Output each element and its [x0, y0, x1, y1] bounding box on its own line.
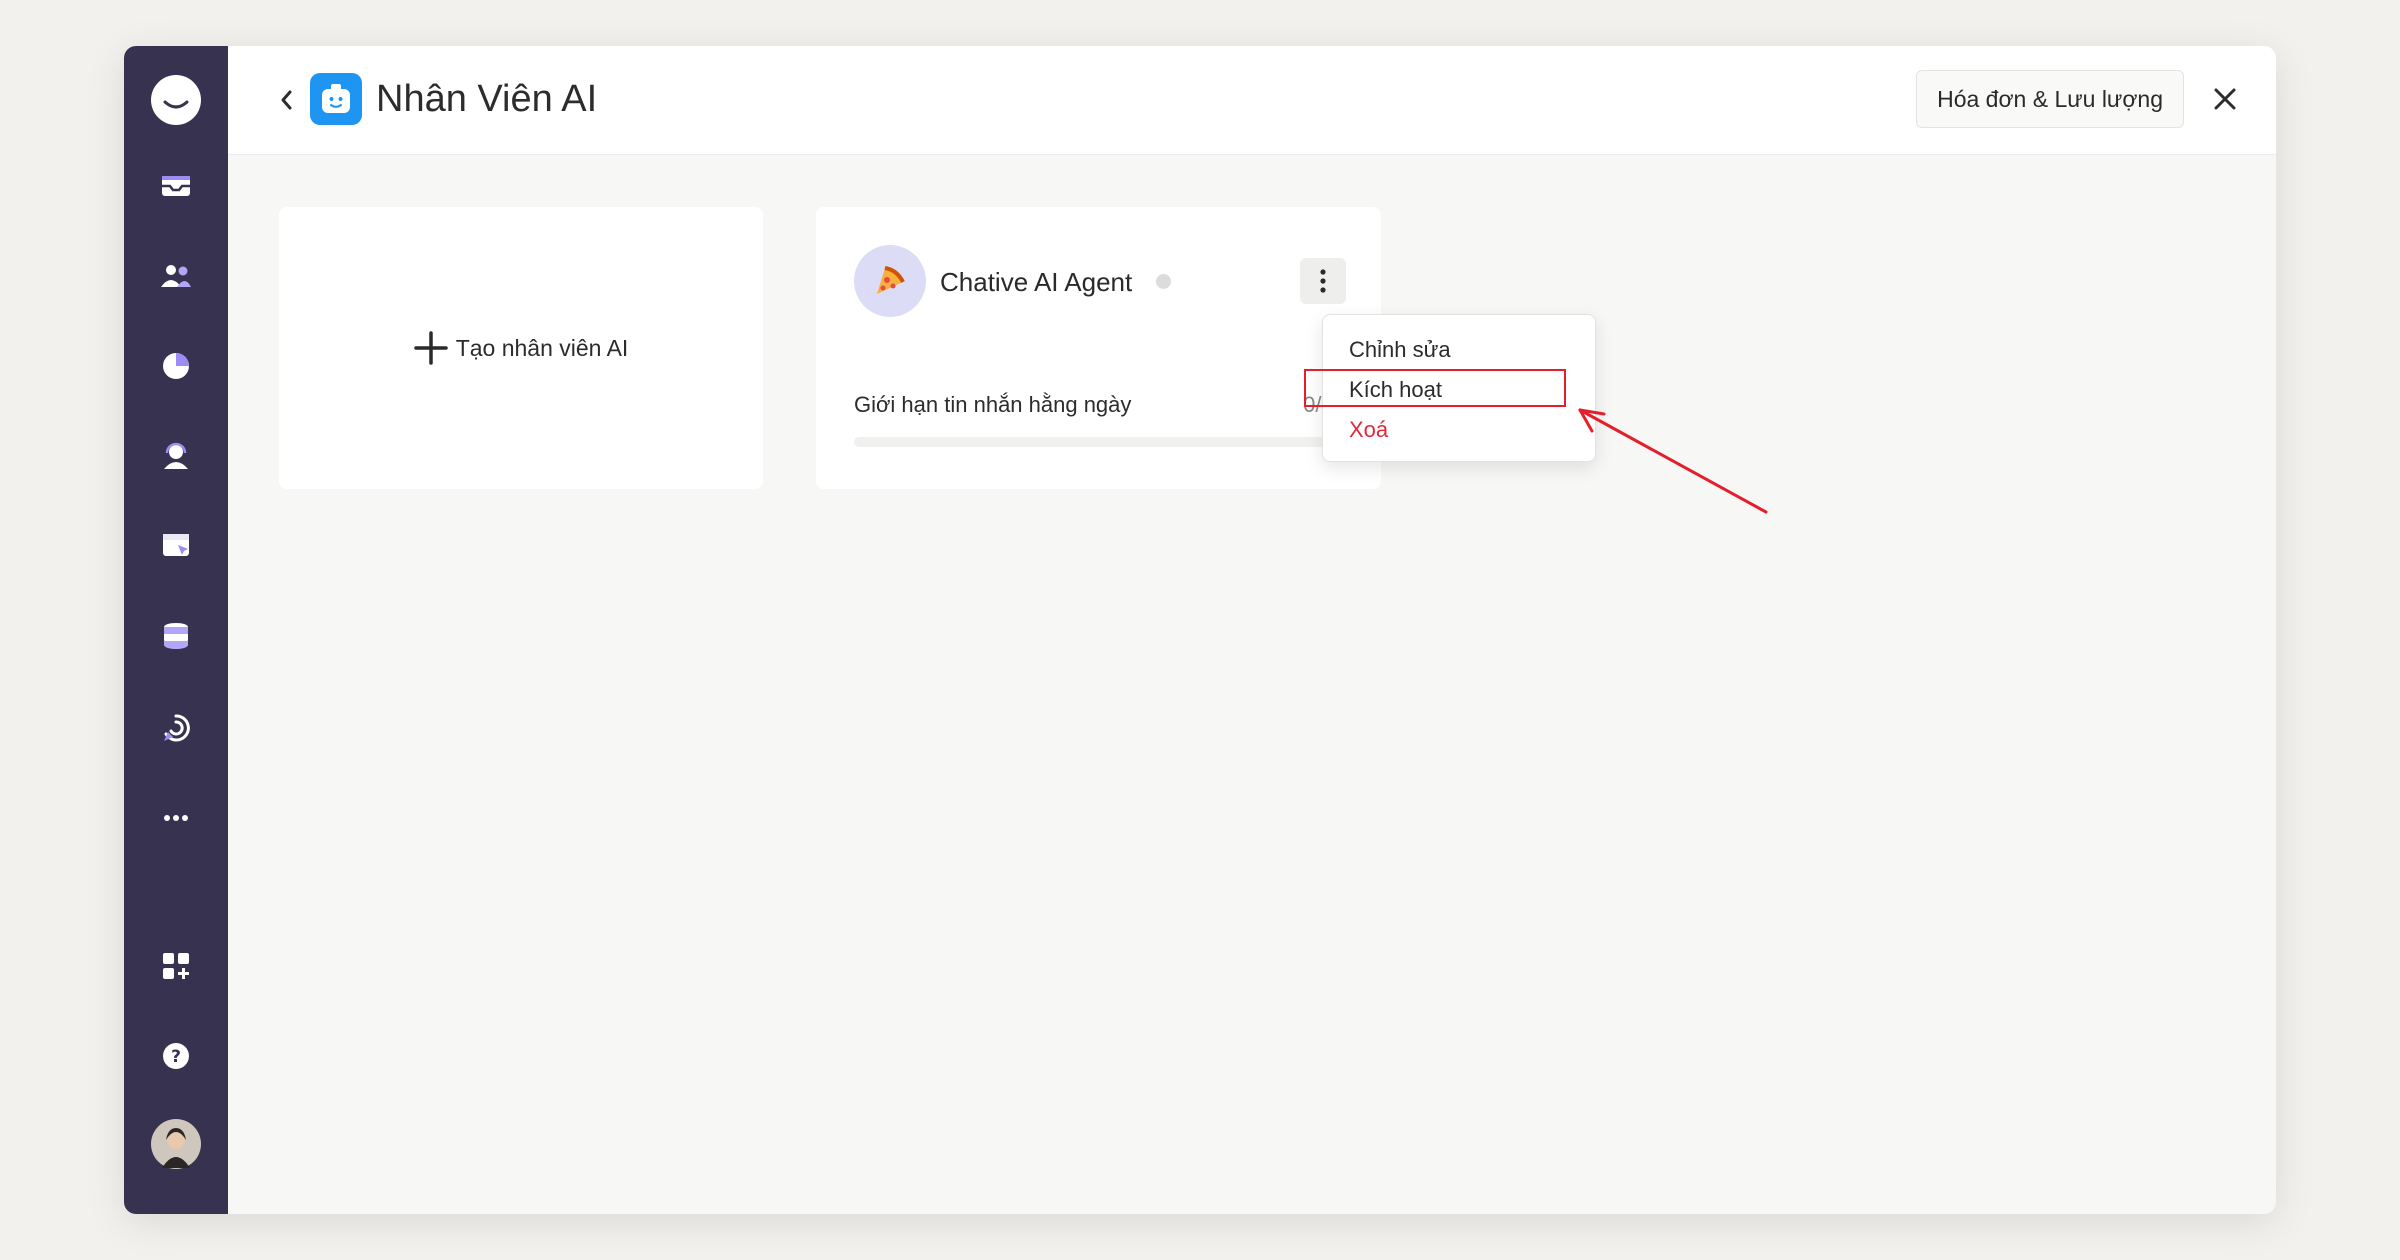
create-agent-button[interactable]: Tạo nhân viên AI — [279, 207, 763, 489]
sidebar: ? — [124, 46, 228, 1214]
agent-card[interactable]: Chative AI Agent Giới hạn tin nhắn hằng … — [816, 207, 1381, 489]
widget-icon[interactable] — [150, 520, 202, 572]
status-dot — [1156, 274, 1171, 289]
contacts-icon[interactable] — [150, 250, 202, 302]
create-agent-label: Tạo nhân viên AI — [455, 334, 629, 361]
kebab-menu-icon — [1320, 269, 1326, 293]
inbox-icon[interactable] — [150, 160, 202, 212]
reports-icon[interactable] — [150, 340, 202, 392]
apps-icon[interactable] — [150, 940, 202, 992]
menu-item-delete[interactable]: Xoá — [1349, 417, 1388, 443]
daily-limit-label: Giới hạn tin nhắn hằng ngày — [854, 392, 1132, 417]
user-avatar[interactable] — [150, 1118, 202, 1170]
back-button[interactable] — [264, 78, 308, 122]
create-agent-card[interactable]: Tạo nhân viên AI — [279, 207, 763, 489]
agents-icon[interactable] — [150, 430, 202, 482]
chat-logo-icon[interactable] — [150, 74, 202, 126]
plus-icon — [413, 331, 448, 365]
more-options-button[interactable] — [1300, 258, 1346, 304]
page-header: Nhân Viên AI Hóa đơn & Lưu lượng — [228, 46, 2276, 155]
database-icon[interactable] — [150, 610, 202, 662]
daily-limit-progress — [854, 437, 1344, 447]
agent-name: Chative AI Agent — [940, 267, 1133, 297]
menu-item-edit[interactable]: Chỉnh sửa — [1349, 337, 1451, 363]
ai-bot-icon — [310, 73, 362, 125]
automation-icon[interactable] — [150, 702, 202, 754]
annotation-arrow — [1578, 408, 1768, 514]
main-content: Nhân Viên AI Hóa đơn & Lưu lượng Tạo nhâ… — [228, 46, 2276, 1214]
billing-usage-button[interactable]: Hóa đơn & Lưu lượng — [1916, 70, 2184, 128]
annotation-highlight-box — [1304, 369, 1566, 407]
close-button[interactable] — [2202, 76, 2248, 122]
help-icon[interactable]: ? — [150, 1030, 202, 1082]
page-title: Nhân Viên AI — [376, 78, 598, 120]
more-icon[interactable] — [150, 792, 202, 844]
svg-text:?: ? — [171, 1047, 181, 1067]
app-window: ? Nhân Viên AI Hóa đơn & Lưu lượng Tạo n… — [124, 46, 2276, 1214]
pizza-icon — [854, 245, 926, 317]
